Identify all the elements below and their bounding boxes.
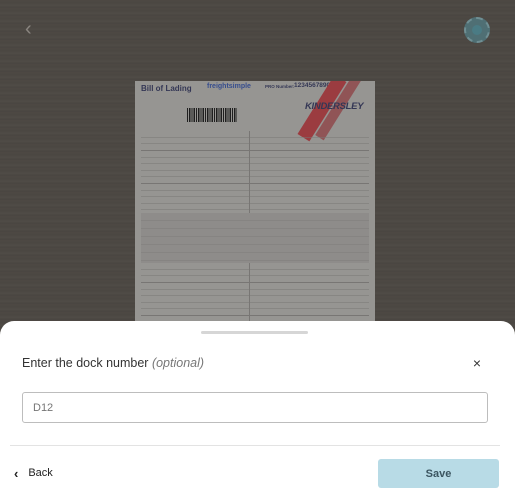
dock-number-input[interactable] (22, 392, 488, 423)
sheet-grabber-handle[interactable] (201, 331, 308, 334)
camera-shutter-icon[interactable] (464, 17, 490, 43)
sheet-title-optional: (optional) (151, 356, 205, 370)
close-icon[interactable]: × (469, 355, 485, 371)
chevron-left-icon[interactable]: ‹ (25, 19, 43, 39)
back-button[interactable]: ‹ Back (14, 464, 53, 482)
save-button[interactable]: Save (378, 459, 499, 488)
dock-number-sheet: Enter the dock number (optional) × ‹ Bac… (0, 321, 515, 496)
sheet-title: Enter the dock number (optional) (22, 356, 204, 370)
back-button-label: Back (28, 467, 53, 479)
sheet-title-text: Enter the dock number (22, 356, 152, 370)
divider (10, 445, 500, 446)
chevron-left-icon: ‹ (14, 465, 19, 481)
